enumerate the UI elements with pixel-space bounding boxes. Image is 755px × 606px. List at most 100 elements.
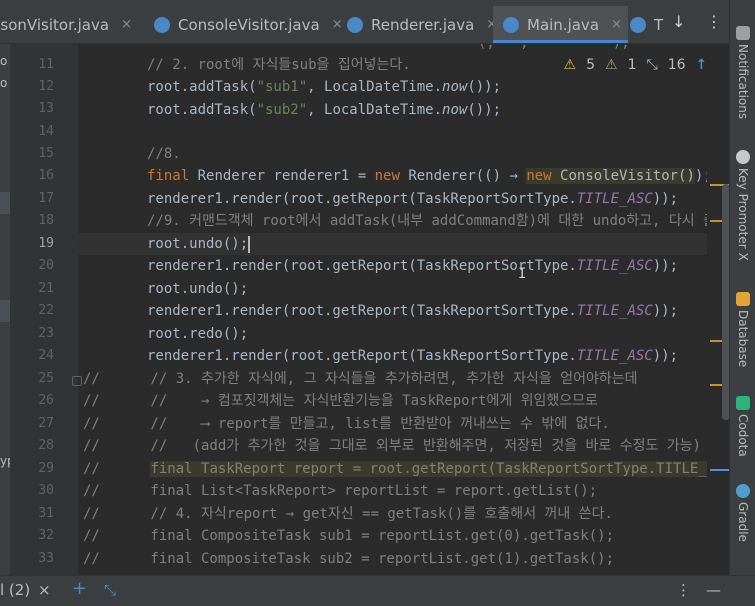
- run-tab-label[interactable]: l (2): [0, 581, 30, 599]
- editor-scrollbar[interactable]: [707, 44, 732, 575]
- close-icon[interactable]: ×: [332, 17, 343, 32]
- code-line-18: //9. 커맨드객체 root에서 addTask(내부 addCommand함…: [147, 213, 729, 229]
- code-line-22: renderer1.render(root.getReport(TaskRepo…: [147, 303, 679, 319]
- weak-warning-count: 1: [627, 57, 637, 73]
- tab-label: Renderer.java: [371, 15, 475, 34]
- close-icon[interactable]: ×: [38, 581, 51, 599]
- java-class-icon: [630, 16, 646, 33]
- tab-renderer[interactable]: Renderer.java ×: [347, 6, 497, 43]
- java-class-icon: [503, 16, 519, 33]
- code-line-21: root.undo();: [147, 281, 249, 297]
- code-line-23: root.redo();: [147, 326, 249, 342]
- tree-selection: [0, 300, 10, 322]
- previous-highlight-icon[interactable]: ↑: [696, 57, 708, 73]
- tab-jsonvisitor[interactable]: JsonVisitor.java ×: [0, 6, 132, 43]
- text-caret: [248, 235, 251, 253]
- warning-icon: ⚠: [563, 57, 577, 73]
- code-line-30: // final List<TaskReport> reportList = r…: [83, 483, 598, 499]
- more-options-icon[interactable]: ⋮: [676, 581, 691, 599]
- line-number: 18: [38, 213, 54, 228]
- notifications-tool-button[interactable]: Notifications: [730, 26, 755, 119]
- key-promoter-tool-button[interactable]: Key Promoter X: [730, 150, 755, 261]
- minimize-icon[interactable]: —: [706, 581, 721, 599]
- line-number: 32: [38, 528, 54, 543]
- tab-t[interactable]: T: [630, 6, 663, 43]
- gradle-icon: [736, 484, 750, 498]
- line-number-current: 19: [38, 236, 54, 251]
- tab-label: JsonVisitor.java: [0, 15, 110, 34]
- line-number: 31: [38, 506, 54, 521]
- code-line-20: renderer1.render(root.getReport(TaskRepo…: [147, 258, 679, 274]
- line-number: 22: [38, 303, 54, 318]
- code-editor[interactable]: (, , ); // 2. root에 자식들sub을 집어넣는다. root.…: [78, 44, 729, 575]
- database-tool-button[interactable]: Database: [730, 292, 755, 367]
- line-number: 20: [38, 258, 54, 273]
- tree-item-text: o: [0, 76, 8, 90]
- tab-consolevisitor[interactable]: ConsoleVisitor.java ×: [154, 6, 343, 43]
- gradle-tool-button[interactable]: Gradle: [730, 484, 755, 542]
- code-line-29: // final TaskReport report = root.getRep…: [78, 458, 729, 480]
- code-line-32: // final CompositeTask sub1 = reportList…: [83, 528, 615, 544]
- line-number: 13: [38, 101, 54, 116]
- line-number: 29: [38, 461, 54, 476]
- line-number: 12: [38, 79, 54, 94]
- typo-icon: ⤡: [646, 57, 658, 73]
- code-line-27: // // ⟶ report를 만들고, list를 반환받아 꺼내쓰는 수 밖…: [83, 416, 610, 432]
- code-line: (, , );: [478, 44, 718, 54]
- code-line-13: root.addTask("sub2", LocalDateTime.now()…: [147, 102, 502, 118]
- tree-selection: [0, 192, 10, 214]
- typo-count: 16: [667, 57, 686, 73]
- mouse-cursor-icon: I: [518, 266, 527, 282]
- line-number: 21: [38, 281, 54, 296]
- line-number: 15: [38, 146, 54, 161]
- code-line-24: renderer1.render(root.getReport(TaskRepo…: [147, 348, 679, 364]
- add-icon[interactable]: +: [72, 578, 87, 599]
- close-icon[interactable]: ×: [121, 17, 132, 32]
- code-line-16: final Renderer renderer1 = new Renderer(…: [147, 168, 712, 184]
- code-line-26: // // → 컴포짓객체는 자식반환기능을 TaskReport에게 위임했으…: [83, 393, 598, 409]
- code-line-33: // final CompositeTask sub2 = reportList…: [83, 551, 615, 567]
- expand-icon[interactable]: ⤡: [104, 581, 116, 599]
- line-number: 27: [38, 416, 54, 431]
- line-number: 30: [38, 483, 54, 498]
- more-actions-icon[interactable]: ⋮: [706, 12, 722, 31]
- right-tool-window-bar: Notifications Key Promoter X Database Co…: [729, 0, 755, 575]
- line-number: 33: [38, 551, 54, 566]
- line-number: 16: [38, 168, 54, 183]
- line-number: 23: [38, 326, 54, 341]
- database-icon: [736, 292, 750, 306]
- line-number: 26: [38, 393, 54, 408]
- code-line-28: // // (add가 추가한 것을 그대로 외부로 반환해주면, 저장된 것을…: [83, 438, 701, 454]
- key-promoter-icon: [736, 150, 750, 164]
- tab-label: Main.java: [527, 15, 600, 34]
- warning-count: 5: [586, 57, 596, 73]
- codota-icon: [736, 396, 750, 410]
- project-panel-edge: o o yp: [0, 44, 15, 575]
- code-line-31: // // 4. 자식report → get자신 == getTask()를 …: [83, 506, 613, 522]
- java-class-icon: [154, 16, 170, 33]
- inspection-widget[interactable]: ⚠5 ⚠1 ⤡16 ↑ ↓: [557, 54, 729, 76]
- line-number: 25: [38, 371, 54, 386]
- tab-label: ConsoleVisitor.java: [178, 15, 320, 34]
- code-line-15: //8.: [147, 146, 181, 162]
- close-icon[interactable]: ×: [611, 17, 622, 32]
- java-class-icon: [347, 16, 363, 33]
- editor-tab-bar: JsonVisitor.java × ConsoleVisitor.java ×…: [0, 0, 729, 44]
- weak-warning-icon: ⚠: [605, 57, 618, 73]
- code-line-19: root.undo();: [78, 233, 729, 255]
- code-line-25: // // 3. 추가한 자식에, 그 자식들을 추가하려면, 추가한 자식을 …: [83, 371, 638, 387]
- code-line-17: renderer1.render(root.getReport(TaskRepo…: [147, 191, 679, 207]
- line-number: 24: [38, 348, 54, 363]
- line-number: 14: [38, 124, 54, 139]
- line-number: 28: [38, 438, 54, 453]
- tree-item-text: o: [0, 54, 8, 68]
- bottom-tool-bar: l (2) × + ⤡ ⋮ —: [0, 575, 755, 606]
- code-line-12: root.addTask("sub1", LocalDateTime.now()…: [147, 79, 502, 95]
- codota-tool-button[interactable]: Codota: [730, 396, 755, 457]
- tab-main[interactable]: Main.java ×: [493, 6, 628, 43]
- line-number: 17: [38, 191, 54, 206]
- show-hidden-tabs-icon[interactable]: ↓: [672, 12, 685, 31]
- bell-icon: [736, 26, 750, 40]
- line-number: 11: [38, 57, 54, 72]
- tab-label: T: [654, 15, 664, 34]
